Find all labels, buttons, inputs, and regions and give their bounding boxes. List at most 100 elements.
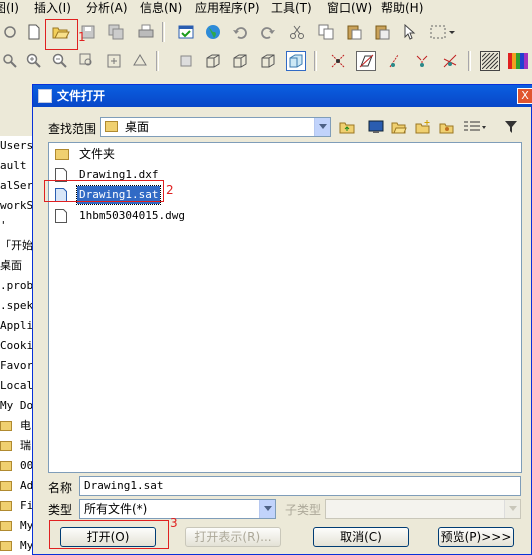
cut-icon[interactable] xyxy=(287,22,307,42)
tree-row[interactable]: ault U xyxy=(0,156,34,176)
datum-points-icon[interactable] xyxy=(384,51,404,71)
folder-icon xyxy=(0,421,12,431)
view-menu-icon[interactable] xyxy=(461,117,489,137)
tree-row[interactable]: ' xyxy=(0,216,7,236)
new-folder-icon[interactable] xyxy=(413,117,433,137)
orient-icon[interactable] xyxy=(130,51,150,71)
file-open-dialog: 文件打开 X 查找范围 桌面 文件夹 Drawing1.dxf Drawing1… xyxy=(32,84,532,555)
file-name: 文件夹 xyxy=(79,147,116,161)
tree-row[interactable]: .spek xyxy=(0,296,33,316)
zoom-in-icon[interactable] xyxy=(24,51,44,71)
coordinate-systems-icon[interactable] xyxy=(412,51,432,71)
globe-icon[interactable] xyxy=(203,22,223,42)
no-hidden-icon[interactable] xyxy=(258,51,278,71)
undo-icon[interactable] xyxy=(230,22,250,42)
document-icon xyxy=(55,209,67,223)
zoom-out-icon[interactable] xyxy=(50,51,70,71)
paint-icon[interactable] xyxy=(176,51,196,71)
copy-icon[interactable] xyxy=(316,22,336,42)
datum-planes-icon[interactable] xyxy=(328,51,348,71)
menu-bar: 图(I) 插入(I) 分析(A) 信息(N) 应用程序(P) 工具(T) 窗口(… xyxy=(0,0,532,17)
favorites-folder-icon[interactable] xyxy=(437,117,457,137)
tree-row[interactable]: 瑞 xyxy=(0,436,31,456)
tree-row[interactable]: workSe xyxy=(0,196,34,216)
check-window-icon[interactable] xyxy=(176,22,196,42)
open-folder-icon[interactable] xyxy=(389,117,409,137)
csys-display-icon[interactable] xyxy=(440,51,460,71)
paste-special-icon[interactable] xyxy=(372,22,392,42)
select-arrow-icon[interactable] xyxy=(400,22,420,42)
list-item[interactable]: 1hbm50304015.dwg xyxy=(55,207,255,225)
menu-tools[interactable]: 工具(T) xyxy=(271,0,312,17)
subtype-select[interactable] xyxy=(325,499,521,519)
hatch-icon[interactable] xyxy=(480,51,500,71)
folder-icon xyxy=(0,481,12,491)
close-button[interactable]: X xyxy=(517,88,532,104)
menu-insert[interactable]: 插入(I) xyxy=(34,0,71,17)
zoom-window-icon[interactable] xyxy=(77,51,97,71)
tree-row[interactable]: 电 xyxy=(0,416,31,436)
chevron-down-icon[interactable] xyxy=(259,500,275,518)
menu-analysis[interactable]: 分析(A) xyxy=(86,0,128,17)
redo-icon[interactable] xyxy=(258,22,278,42)
cancel-button[interactable]: 取消(C) xyxy=(313,527,409,547)
tree-row[interactable]: Cooki xyxy=(0,336,33,356)
tree-row[interactable]: Local xyxy=(0,376,33,396)
tree-row[interactable]: alServ xyxy=(0,176,34,196)
refit-icon[interactable] xyxy=(104,51,124,71)
toolbar-separator xyxy=(314,51,317,71)
open-display-button[interactable]: 打开表示(R)... xyxy=(185,527,281,547)
annotation-box-1 xyxy=(45,19,78,50)
paste-icon[interactable] xyxy=(344,22,364,42)
menu-view[interactable]: 图(I) xyxy=(0,0,19,17)
filter-icon[interactable] xyxy=(501,117,521,137)
save-all-icon[interactable] xyxy=(106,22,126,42)
tree-row[interactable]: Favor xyxy=(0,356,33,376)
filename-value: Drawing1.sat xyxy=(84,479,164,492)
color-palette-icon[interactable] xyxy=(508,51,528,71)
filename-label: 名称 xyxy=(48,481,73,495)
zoom-partial-icon[interactable] xyxy=(0,51,20,71)
filetype-label: 类型 xyxy=(48,503,73,517)
tree-row[interactable]: .prob xyxy=(0,276,33,296)
tree-row[interactable]: My Do xyxy=(0,396,33,416)
chevron-down-icon[interactable] xyxy=(314,118,330,136)
annotation-number-3: 3 xyxy=(170,516,178,530)
tree-row[interactable]: My xyxy=(0,516,33,536)
dialog-title: 文件打开 xyxy=(57,89,106,103)
folder-icon xyxy=(0,441,12,451)
new-file-icon[interactable] xyxy=(24,22,44,42)
tree-row[interactable]: 「开始」 xyxy=(0,236,34,256)
up-folder-icon[interactable] xyxy=(337,117,357,137)
wireframe-icon[interactable] xyxy=(203,51,223,71)
print-icon[interactable] xyxy=(136,22,156,42)
toolbar-separator xyxy=(156,51,159,71)
tree-row[interactable]: Appli xyxy=(0,316,33,336)
undo-stub-icon[interactable] xyxy=(0,22,20,42)
menu-window[interactable]: 窗口(W) xyxy=(327,0,372,17)
datum-axes-icon[interactable] xyxy=(356,51,376,71)
menu-info[interactable]: 信息(N) xyxy=(140,0,182,17)
tree-row[interactable]: Fi xyxy=(0,496,33,516)
annotation-box-3 xyxy=(49,520,169,549)
filename-input[interactable]: Drawing1.sat xyxy=(79,476,521,496)
desktop-icon[interactable] xyxy=(366,117,386,137)
dialog-titlebar[interactable]: 文件打开 X xyxy=(33,85,532,107)
tree-row[interactable]: 桌面 xyxy=(0,256,22,276)
menu-applications[interactable]: 应用程序(P) xyxy=(195,0,260,17)
list-item[interactable]: 文件夹 xyxy=(55,145,255,163)
box-select-icon[interactable] xyxy=(428,22,456,42)
shading-icon[interactable] xyxy=(286,51,306,71)
preview-button[interactable]: 预览(P)>>> xyxy=(438,527,514,547)
tree-row[interactable]: Users xyxy=(0,136,33,156)
tree-row[interactable]: My xyxy=(0,536,33,555)
annotation-number-2: 2 xyxy=(166,183,174,197)
tree-row[interactable]: Ad xyxy=(0,476,33,496)
tree-row[interactable]: 00 xyxy=(0,456,33,476)
folder-icon xyxy=(105,121,118,132)
chevron-down-icon[interactable] xyxy=(504,500,520,518)
menu-help[interactable]: 帮助(H) xyxy=(381,0,423,17)
hidden-line-icon[interactable] xyxy=(230,51,250,71)
look-in-combo[interactable]: 桌面 xyxy=(100,117,331,137)
toolbar-view xyxy=(0,46,532,80)
